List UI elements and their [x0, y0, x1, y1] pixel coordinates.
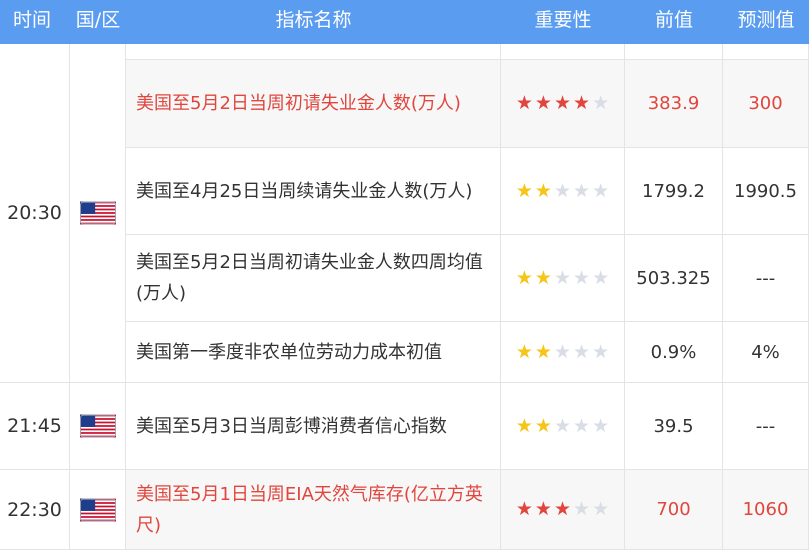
star-filled-icon: ★: [553, 498, 572, 520]
spacer-cell: [723, 44, 809, 60]
star-filled-icon: ★: [534, 179, 552, 202]
star-empty-icon: ★: [573, 266, 591, 289]
importance-stars: ★ ★ ★ ★ ★: [516, 94, 609, 113]
time-cell: 20:30: [0, 44, 70, 383]
star-filled-icon: ★: [534, 92, 552, 114]
star-filled-icon: ★: [515, 498, 533, 520]
forecast-value: ---: [723, 235, 809, 322]
star-empty-icon: ★: [592, 498, 610, 520]
us-flag-icon: [79, 414, 116, 438]
star-empty-icon: ★: [553, 340, 572, 363]
star-empty-icon: ★: [553, 266, 572, 289]
calendar-table: 20:30 21:45 22:30 美国至5月2日当周初请失业金人数(万人) ★ ★ ★ ★ ★…: [0, 44, 809, 550]
star-filled-icon: ★: [534, 414, 552, 437]
importance-cell: ★ ★ ★ ★ ★: [501, 60, 625, 148]
header-time: 时间: [12, 9, 51, 31]
forecast-value: 1990.5: [723, 148, 809, 235]
previous-value: 383.9: [625, 60, 723, 148]
indicator-name[interactable]: 美国第一季度非农单位劳动力成本初值: [126, 322, 501, 383]
previous-value: 700: [625, 470, 723, 550]
importance-cell: ★ ★ ★ ★ ★: [501, 148, 625, 235]
previous-value: 39.5: [625, 383, 723, 470]
star-empty-icon: ★: [592, 179, 610, 202]
star-empty-icon: ★: [592, 266, 610, 289]
previous-value: 1799.2: [625, 148, 723, 235]
spacer-cell: [625, 44, 723, 60]
header-country: 国/区: [75, 9, 121, 31]
star-empty-icon: ★: [592, 414, 610, 437]
importance-stars: ★ ★ ★ ★ ★: [515, 179, 610, 202]
importance-stars: ★ ★ ★ ★ ★: [516, 500, 609, 519]
previous-value: 0.9%: [625, 322, 723, 383]
star-filled-icon: ★: [515, 266, 533, 289]
time-cell: 21:45: [0, 383, 70, 470]
us-flag-icon: [79, 498, 116, 521]
importance-cell: ★ ★ ★ ★ ★: [501, 322, 625, 383]
spacer-cell: [126, 44, 501, 60]
star-empty-icon: ★: [573, 414, 591, 437]
us-flag-icon: [79, 201, 116, 225]
star-empty-icon: ★: [573, 340, 591, 363]
indicator-name[interactable]: 美国至4月25日当周续请失业金人数(万人): [126, 148, 501, 235]
header-previous: 前值: [654, 9, 693, 31]
importance-stars: ★ ★ ★ ★ ★: [515, 266, 610, 289]
importance-stars: ★ ★ ★ ★ ★: [515, 340, 610, 363]
header-forecast: 预测值: [737, 9, 795, 31]
star-filled-icon: ★: [534, 340, 552, 363]
star-empty-icon: ★: [553, 179, 572, 202]
importance-stars: ★ ★ ★ ★ ★: [515, 414, 610, 437]
indicator-name[interactable]: 美国至5月2日当周初请失业金人数(万人): [126, 60, 501, 148]
forecast-value: 1060: [723, 470, 809, 550]
star-filled-icon: ★: [573, 92, 591, 114]
forecast-value: ---: [723, 383, 809, 470]
country-cell: [70, 383, 126, 470]
star-filled-icon: ★: [515, 340, 533, 363]
indicator-name[interactable]: 美国至5月3日当周彭博消费者信心指数: [126, 383, 501, 470]
header-indicator: 指标名称: [275, 9, 352, 31]
star-empty-icon: ★: [573, 179, 591, 202]
importance-cell: ★ ★ ★ ★ ★: [501, 383, 625, 470]
indicator-name[interactable]: 美国至5月1日当周EIA天然气库存(亿立方英尺): [126, 470, 501, 550]
time-cell: 22:30: [0, 470, 70, 550]
star-filled-icon: ★: [534, 266, 552, 289]
star-filled-icon: ★: [515, 92, 533, 114]
header-importance: 重要性: [534, 9, 592, 31]
spacer-cell: [501, 44, 625, 60]
forecast-value: 300: [723, 60, 809, 148]
star-filled-icon: ★: [553, 92, 572, 114]
star-empty-icon: ★: [573, 498, 591, 520]
forecast-value: 4%: [723, 322, 809, 383]
country-cell: [70, 470, 126, 550]
star-empty-icon: ★: [592, 340, 610, 363]
star-filled-icon: ★: [534, 498, 552, 520]
star-filled-icon: ★: [515, 179, 533, 202]
previous-value: 503.325: [625, 235, 723, 322]
country-cell: [70, 44, 126, 383]
star-empty-icon: ★: [553, 414, 572, 437]
table-header: 时间 国/区 指标名称 重要性 前值 预测值: [0, 0, 809, 44]
importance-cell: ★ ★ ★ ★ ★: [501, 235, 625, 322]
star-filled-icon: ★: [515, 414, 533, 437]
star-empty-icon: ★: [592, 92, 610, 114]
importance-cell: ★ ★ ★ ★ ★: [501, 470, 625, 550]
indicator-name[interactable]: 美国至5月2日当周初请失业金人数四周均值(万人): [126, 235, 501, 322]
